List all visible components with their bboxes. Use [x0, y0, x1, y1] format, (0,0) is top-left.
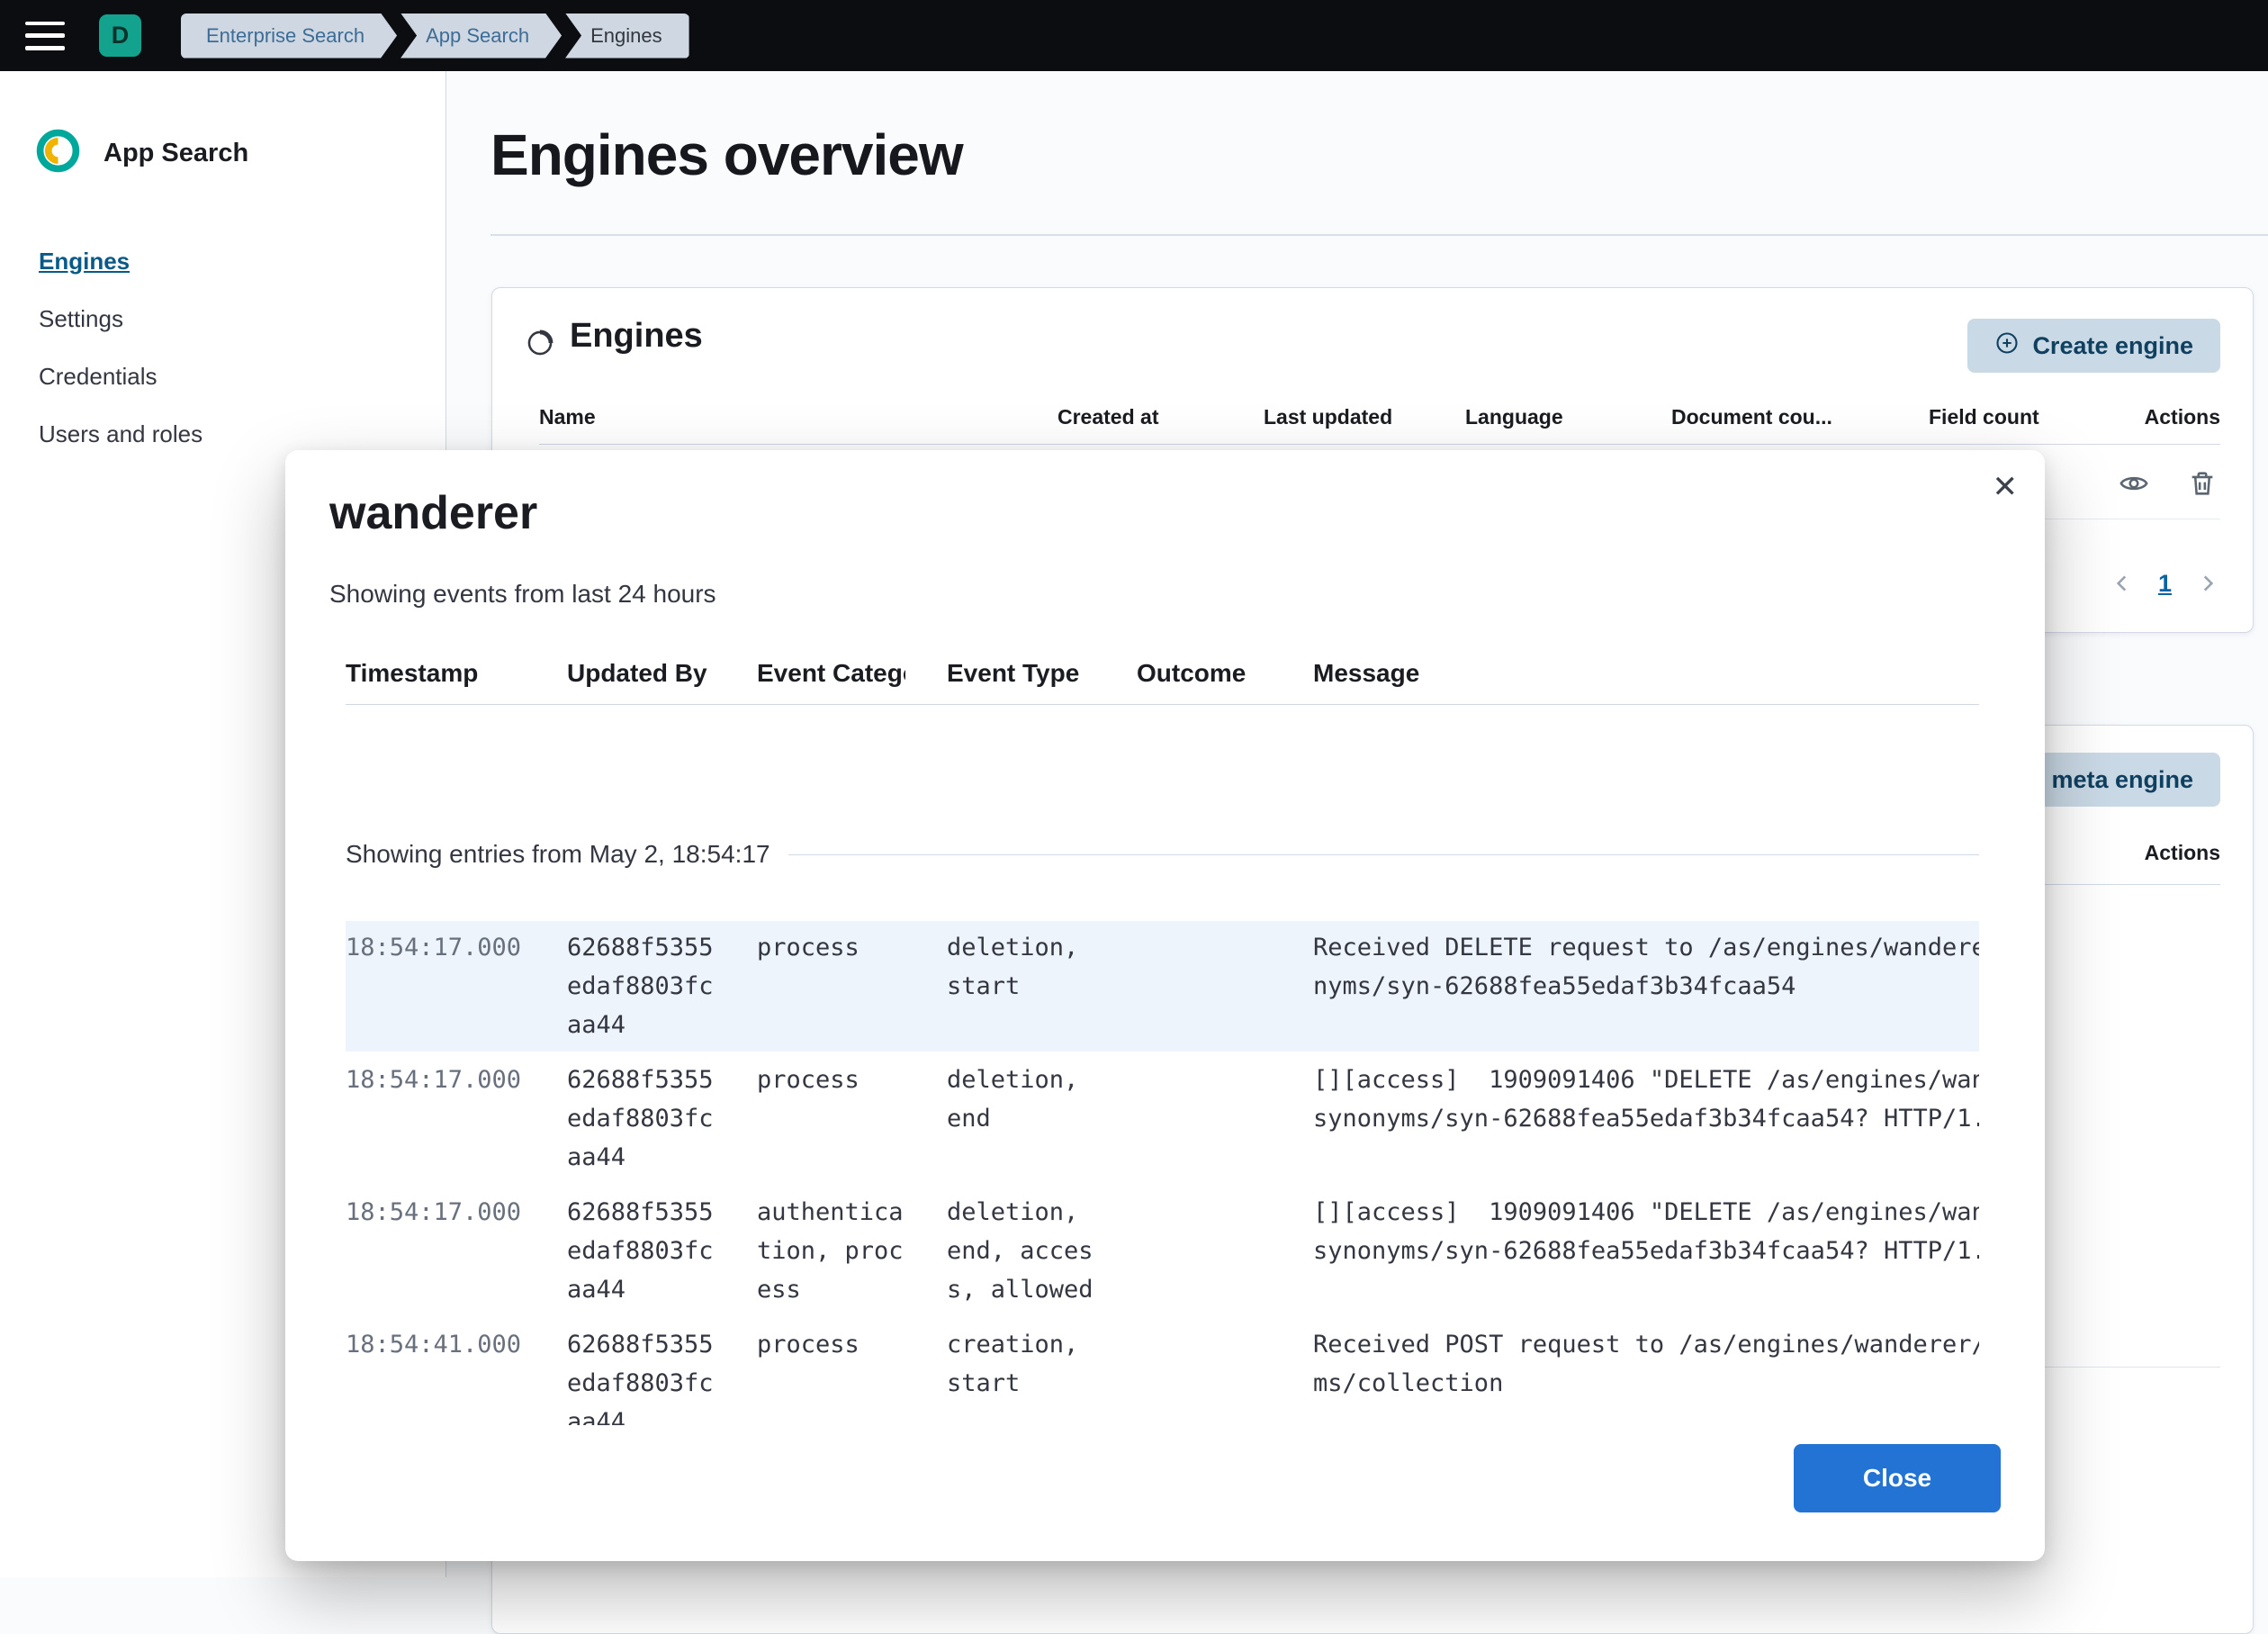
- previous-page-button[interactable]: [2104, 565, 2140, 601]
- column-name: Name: [539, 405, 1058, 429]
- sidebar-item-credentials[interactable]: Credentials: [39, 363, 446, 391]
- breadcrumb-enterprise-search[interactable]: Enterprise Search: [181, 14, 397, 59]
- column-event-type: Event Type: [947, 659, 1095, 688]
- log-outcome: [1137, 1061, 1272, 1177]
- sidebar-nav: Engines Settings Credentials Users and r…: [0, 177, 446, 478]
- column-timestamp: Timestamp: [346, 659, 526, 688]
- log-timestamp: 18:54:17.000: [346, 1193, 526, 1309]
- column-last-updated: Last updated: [1264, 405, 1465, 429]
- column-language: Language: [1465, 405, 1671, 429]
- column-field-count: Field count: [1929, 405, 2109, 429]
- column-document-count: Document cou...: [1671, 405, 1929, 429]
- log-outcome: [1137, 1193, 1272, 1309]
- next-page-button[interactable]: [2190, 565, 2226, 601]
- chevron-left-icon: [2110, 572, 2134, 595]
- log-event-category: process: [757, 1061, 905, 1177]
- entries-divider-label: Showing entries from May 2, 18:54:17: [346, 840, 770, 869]
- event-log-header: Timestamp Updated By Event Category Even…: [346, 659, 1979, 705]
- sidebar-item-users-and-roles[interactable]: Users and roles: [39, 420, 446, 448]
- breadcrumb: Enterprise Search App Search Engines: [181, 14, 689, 59]
- log-timestamp: 18:54:17.000: [346, 928, 526, 1044]
- log-row: 18:54:17.000 62688f5355edaf8803fcaa44 pr…: [346, 921, 1979, 1052]
- engines-panel-title: Engines: [570, 317, 703, 356]
- event-log-rows: 18:54:17.000 62688f5355edaf8803fcaa44 pr…: [346, 921, 1979, 1425]
- log-updated-by: 62688f5355edaf8803fcaa44: [567, 1061, 716, 1177]
- column-message: Message: [1313, 659, 1979, 688]
- log-event-category: process: [757, 1325, 905, 1425]
- column-outcome: Outcome: [1137, 659, 1272, 688]
- log-updated-by: 62688f5355edaf8803fcaa44: [567, 1193, 716, 1309]
- log-outcome: [1137, 1325, 1272, 1425]
- log-message: Received DELETE request to /as/engines/w…: [1313, 928, 1979, 1044]
- entries-divider: Showing entries from May 2, 18:54:17: [346, 840, 1979, 869]
- app-search-logo-icon: [36, 129, 80, 177]
- log-event-type: deletion, end: [947, 1061, 1095, 1177]
- event-log-modal: ✕ wanderer Showing events from last 24 h…: [285, 450, 2045, 1561]
- log-outcome: [1137, 928, 1272, 1044]
- log-event-category: process: [757, 928, 905, 1044]
- sidebar-item-engines[interactable]: Engines: [39, 248, 446, 275]
- modal-title: wanderer: [329, 486, 2001, 540]
- log-updated-by: 62688f5355edaf8803fcaa44: [567, 1325, 716, 1425]
- log-message: Received POST request to /as/engines/wan…: [1313, 1325, 1979, 1425]
- page-title: Engines overview: [490, 122, 963, 188]
- modal-subtitle: Showing events from last 24 hours: [329, 580, 2001, 609]
- log-row: 18:54:41.000 62688f5355edaf8803fcaa44 pr…: [346, 1318, 1979, 1425]
- log-event-type: deletion, end, access, allowed: [947, 1193, 1095, 1309]
- log-event-type: deletion, start: [947, 928, 1095, 1044]
- log-row: 18:54:17.000 62688f5355edaf8803fcaa44 au…: [346, 1186, 1979, 1316]
- sidebar-title: App Search: [104, 139, 248, 168]
- sidebar-item-settings[interactable]: Settings: [39, 305, 446, 333]
- log-timestamp: 18:54:17.000: [346, 1061, 526, 1177]
- column-created-at: Created at: [1058, 405, 1264, 429]
- log-timestamp: 18:54:41.000: [346, 1325, 526, 1425]
- column-actions: Actions: [2109, 405, 2220, 429]
- view-engine-button[interactable]: [2116, 465, 2152, 501]
- modal-close-button[interactable]: Close: [1794, 1444, 2001, 1512]
- column-updated-by: Updated By: [567, 659, 716, 688]
- column-event-category: Event Category: [757, 659, 905, 688]
- breadcrumb-engines: Engines: [565, 14, 689, 59]
- log-message: [][access] 1909091406 "DELETE /as/engine…: [1313, 1193, 1979, 1309]
- log-event-category: authentication, process: [757, 1193, 905, 1309]
- plus-circle-icon: [1994, 330, 2020, 362]
- log-updated-by: 62688f5355edaf8803fcaa44: [567, 928, 716, 1044]
- topbar: D Enterprise Search App Search Engines: [0, 0, 2268, 71]
- entries-divider-rule: [788, 854, 1979, 855]
- page-divider: [490, 234, 2268, 236]
- event-log-table: Timestamp Updated By Event Category Even…: [346, 659, 1979, 1425]
- meta-column-actions: Actions: [2145, 841, 2220, 865]
- avatar[interactable]: D: [99, 14, 141, 57]
- log-event-type: creation, start: [947, 1325, 1095, 1425]
- close-icon[interactable]: ✕: [1984, 463, 2028, 511]
- engines-icon: [525, 328, 555, 363]
- log-message: [][access] 1909091406 "DELETE /as/engine…: [1313, 1061, 1979, 1177]
- engines-table-header: Name Created at Last updated Language Do…: [539, 405, 2220, 445]
- delete-engine-button[interactable]: [2184, 465, 2220, 501]
- breadcrumb-app-search[interactable]: App Search: [400, 14, 562, 59]
- create-engine-label: Create engine: [2032, 332, 2193, 360]
- chevron-right-icon: [2196, 572, 2219, 595]
- log-row: 18:54:17.000 62688f5355edaf8803fcaa44 pr…: [346, 1053, 1979, 1184]
- create-engine-button[interactable]: Create engine: [1967, 319, 2220, 373]
- trash-icon: [2187, 468, 2218, 499]
- page-number-1[interactable]: 1: [2158, 570, 2172, 598]
- eye-icon: [2119, 468, 2149, 499]
- pagination: 1: [2104, 564, 2226, 603]
- menu-icon[interactable]: [25, 20, 67, 52]
